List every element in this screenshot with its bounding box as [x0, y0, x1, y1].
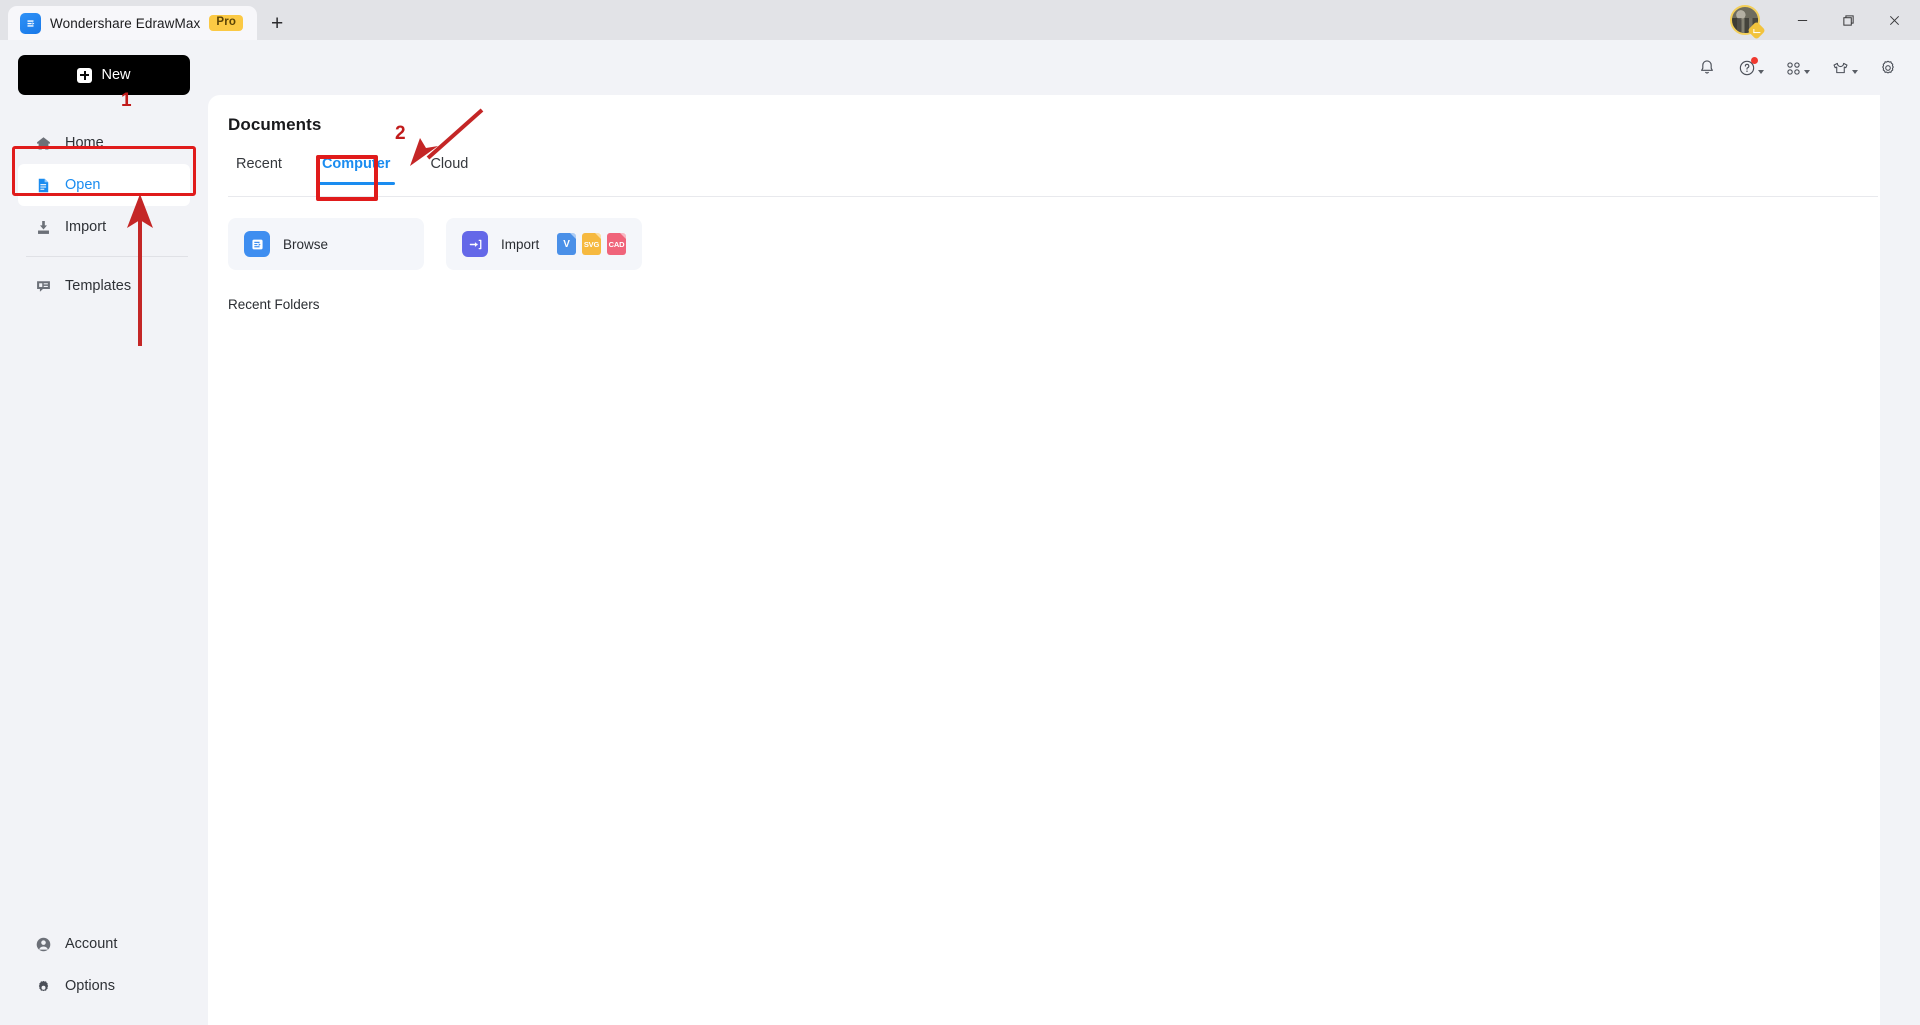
document-tab[interactable]: Wondershare EdrawMax Pro: [8, 6, 258, 40]
import-arrow-icon: [462, 231, 488, 257]
edrawmax-logo-icon: [20, 12, 41, 34]
sidebar-item-label: Import: [65, 219, 107, 235]
document-tab-title: Wondershare EdrawMax: [50, 15, 201, 31]
file-badge-cad: CAD: [607, 233, 626, 255]
action-cards: Browse Import V SVG CAD: [228, 218, 642, 270]
options-gear-icon: [34, 977, 52, 995]
browse-card[interactable]: Browse: [228, 218, 424, 270]
settings-button[interactable]: [1878, 58, 1898, 78]
bell-icon: [1701, 60, 1713, 74]
shirt-icon: [1833, 62, 1848, 73]
page-title: Documents: [228, 115, 322, 134]
chevron-down-icon: [1852, 69, 1858, 74]
sidebar-item-templates[interactable]: Templates: [0, 265, 208, 307]
theme-button[interactable]: [1830, 58, 1858, 79]
import-card-label: Import: [501, 236, 540, 252]
templates-icon: [34, 277, 52, 295]
import-file-type-badges: V SVG CAD: [557, 233, 626, 255]
chevron-down-icon: [1804, 69, 1810, 74]
sidebar-item-account[interactable]: Account: [0, 923, 208, 965]
title-bar: Wondershare EdrawMax Pro +: [0, 0, 1920, 40]
sidebar-divider: [26, 256, 188, 257]
tabs-separator: [228, 196, 1878, 197]
notifications-button[interactable]: [1697, 58, 1717, 78]
home-icon: [34, 134, 52, 152]
sidebar-nav: Home Open Import Templates: [0, 122, 208, 307]
sidebar-bottom-nav: Account Options: [0, 923, 208, 1007]
sidebar-item-home[interactable]: Home: [0, 122, 208, 164]
document-icon: [34, 176, 52, 194]
tab-computer[interactable]: Computer: [302, 151, 410, 185]
new-tab-button[interactable]: +: [257, 6, 297, 40]
help-notification-dot: [1751, 57, 1758, 64]
edraw-file-icon: [244, 231, 270, 257]
pro-badge: Pro: [209, 14, 244, 32]
account-icon: [34, 935, 52, 953]
avatar[interactable]: [1730, 5, 1766, 40]
import-card[interactable]: Import V SVG CAD: [446, 218, 642, 270]
browse-card-label: Browse: [283, 236, 329, 252]
sidebar-item-label: Options: [65, 978, 115, 994]
help-button[interactable]: [1737, 57, 1764, 78]
sidebar-item-label: Home: [65, 135, 104, 151]
close-button[interactable]: [1872, 0, 1916, 40]
window-controls: [1726, 0, 1920, 40]
sidebar-item-open[interactable]: Open: [18, 164, 190, 206]
tab-cloud[interactable]: Cloud: [410, 151, 488, 185]
grid-apps-icon: [1787, 61, 1800, 75]
tab-recent[interactable]: Recent: [228, 151, 302, 185]
plus-square-icon: [77, 67, 93, 83]
main-panel: Documents Recent Computer Cloud Browse I…: [208, 95, 1880, 1025]
sidebar-item-label: Templates: [65, 278, 132, 294]
gear-icon: [1882, 60, 1894, 74]
app-window: Wondershare EdrawMax Pro + New Home Open…: [0, 0, 1920, 1025]
chevron-down-icon: [1758, 69, 1764, 74]
file-badge-visio: V: [557, 233, 576, 255]
sidebar: New Home Open Import Templates Account O…: [0, 40, 208, 1025]
sidebar-item-import[interactable]: Import: [0, 206, 208, 248]
sidebar-item-label: Open: [65, 177, 101, 193]
sidebar-item-options[interactable]: Options: [0, 965, 208, 1007]
maximize-button[interactable]: [1826, 0, 1870, 40]
recent-folders-heading: Recent Folders: [228, 297, 320, 312]
import-icon: [34, 218, 52, 236]
file-badge-svg: SVG: [582, 233, 601, 255]
minimize-button[interactable]: [1780, 0, 1824, 40]
sidebar-item-label: Account: [65, 936, 118, 952]
document-source-tabs: Recent Computer Cloud: [228, 151, 488, 185]
new-button-label: New: [101, 67, 131, 83]
apps-button[interactable]: [1784, 59, 1810, 78]
new-button[interactable]: New: [18, 55, 190, 95]
top-toolbar: [0, 40, 1920, 96]
